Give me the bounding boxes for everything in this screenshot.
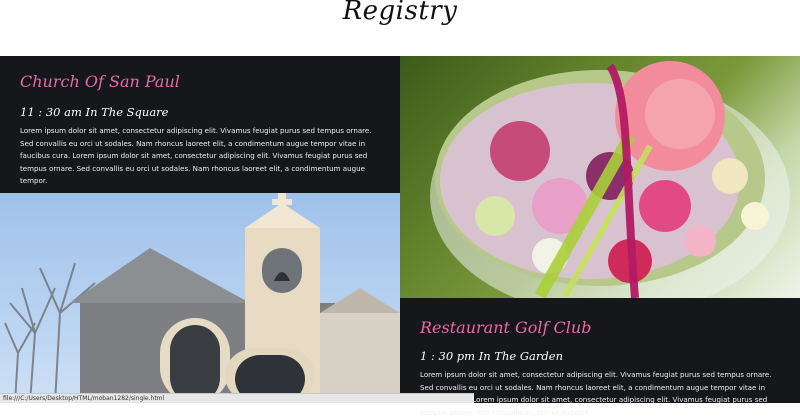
flower-bouquet-image <box>400 56 800 298</box>
event-venue: Restaurant Golf Club <box>420 318 592 337</box>
event-description: Lorem ipsum dolor sit amet, consectetur … <box>20 126 372 186</box>
event-time: 1 : 30 pm In The Garden <box>420 349 563 363</box>
page-header: Registry <box>0 0 800 56</box>
church-bell-tower-image <box>0 193 400 403</box>
event-description: Lorem ipsum dolor sit amet, consectetur … <box>420 370 772 417</box>
event-time: 11 : 30 am In The Square <box>20 105 169 119</box>
event-card-church: Church Of San Paul 11 : 30 am In The Squ… <box>0 56 400 195</box>
browser-status-url: file:///C:/Users/Desktop/HTML/moban1282/… <box>0 393 474 403</box>
page-title: Registry <box>342 0 458 26</box>
event-venue: Church Of San Paul <box>20 72 180 91</box>
event-card-restaurant: Restaurant Golf Club 1 : 30 pm In The Ga… <box>400 298 800 417</box>
